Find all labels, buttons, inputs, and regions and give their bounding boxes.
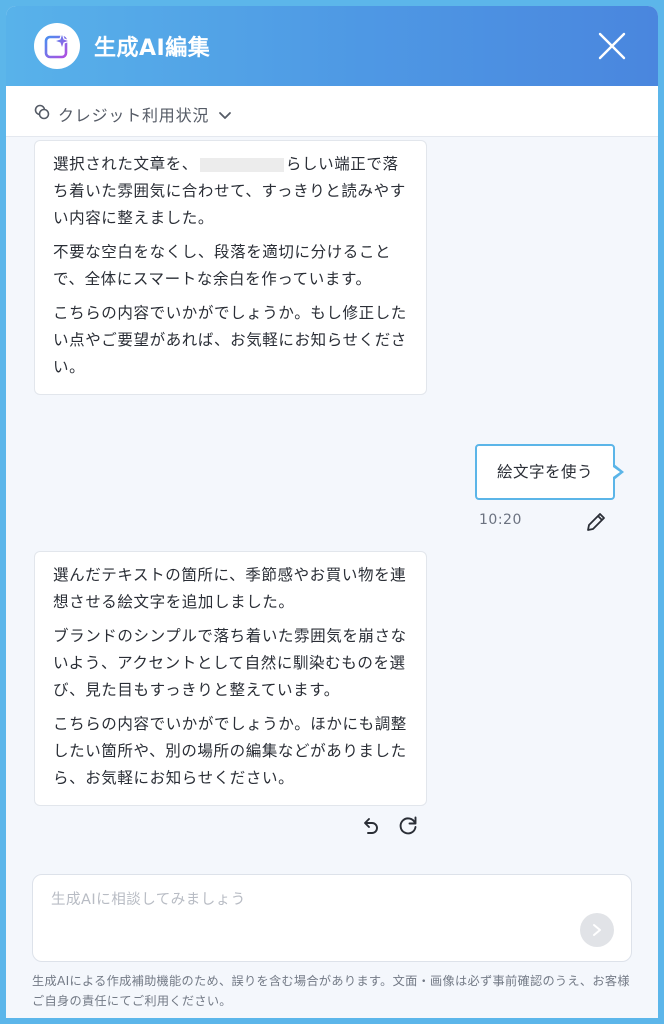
ai-message-paragraph: こちらの内容でいかがでしょうか。もし修正したい点やご要望があれば、お気軽にお知ら… <box>53 304 407 376</box>
ai-message-paragraph: 不要な空白をなくし、段落を適切に分けることで、全体にスマートな余白を作っています… <box>53 243 392 288</box>
disclaimer-text: 生成AIによる作成補助機能のため、誤りを含む場合があります。文面・画像は必ず事前… <box>32 974 630 1008</box>
bubble-tail-inner <box>613 467 620 477</box>
credit-usage-toggle[interactable]: クレジット利用状況 <box>6 86 658 137</box>
page-title: 生成AI編集 <box>94 36 211 61</box>
send-arrow-icon <box>593 924 601 936</box>
send-button[interactable] <box>580 913 614 947</box>
credit-usage-label: クレジット利用状況 <box>58 106 210 125</box>
ai-message: 選択された文章を、 らしい端正で落ち着いた雰囲気に合わせて、すっきりと読みやすい内… <box>34 140 427 395</box>
header: 生成AI編集 <box>6 6 658 86</box>
ai-message-paragraph: 選んだテキストの箇所に、季節感やお買い物を連想させる絵文字を追加しました。 <box>53 566 407 611</box>
user-message: 絵文字を使う <box>475 444 624 500</box>
chat-input[interactable] <box>51 887 571 913</box>
undo-icon[interactable] <box>359 814 381 840</box>
sparkle-image-icon <box>34 23 80 69</box>
ai-message-paragraph: ブランドのシンプルで落ち着いた雰囲気を崩さないよう、アクセントとして自然に馴染む… <box>53 627 407 699</box>
ai-message: 選んだテキストの箇所に、季節感やお買い物を連想させる絵文字を追加しました。 ブラ… <box>34 551 427 806</box>
pencil-icon[interactable] <box>584 510 608 538</box>
ai-message-paragraph: こちらの内容でいかがでしょうか。ほかにも調整したい箇所や、別の場所の編集などがあ… <box>53 715 407 787</box>
ai-message-paragraph: 選択された文章を、 らしい端正で落ち着いた雰囲気に合わせて、すっきりと読みやすい内… <box>53 155 406 227</box>
chat-composer <box>32 874 632 962</box>
user-message-text: 絵文字を使う <box>496 463 593 481</box>
message-timestamp: 10:20 <box>479 512 522 528</box>
redacted-text <box>199 157 284 172</box>
ai-edit-panel: 生成AI編集 クレジット利用状況 選択された文章を、 らしい端正で落ち着いた雰囲気… <box>6 6 658 1018</box>
chevron-down-icon <box>218 106 232 125</box>
redo-icon[interactable] <box>397 814 419 840</box>
coins-icon <box>34 104 50 124</box>
close-icon[interactable] <box>594 28 630 64</box>
